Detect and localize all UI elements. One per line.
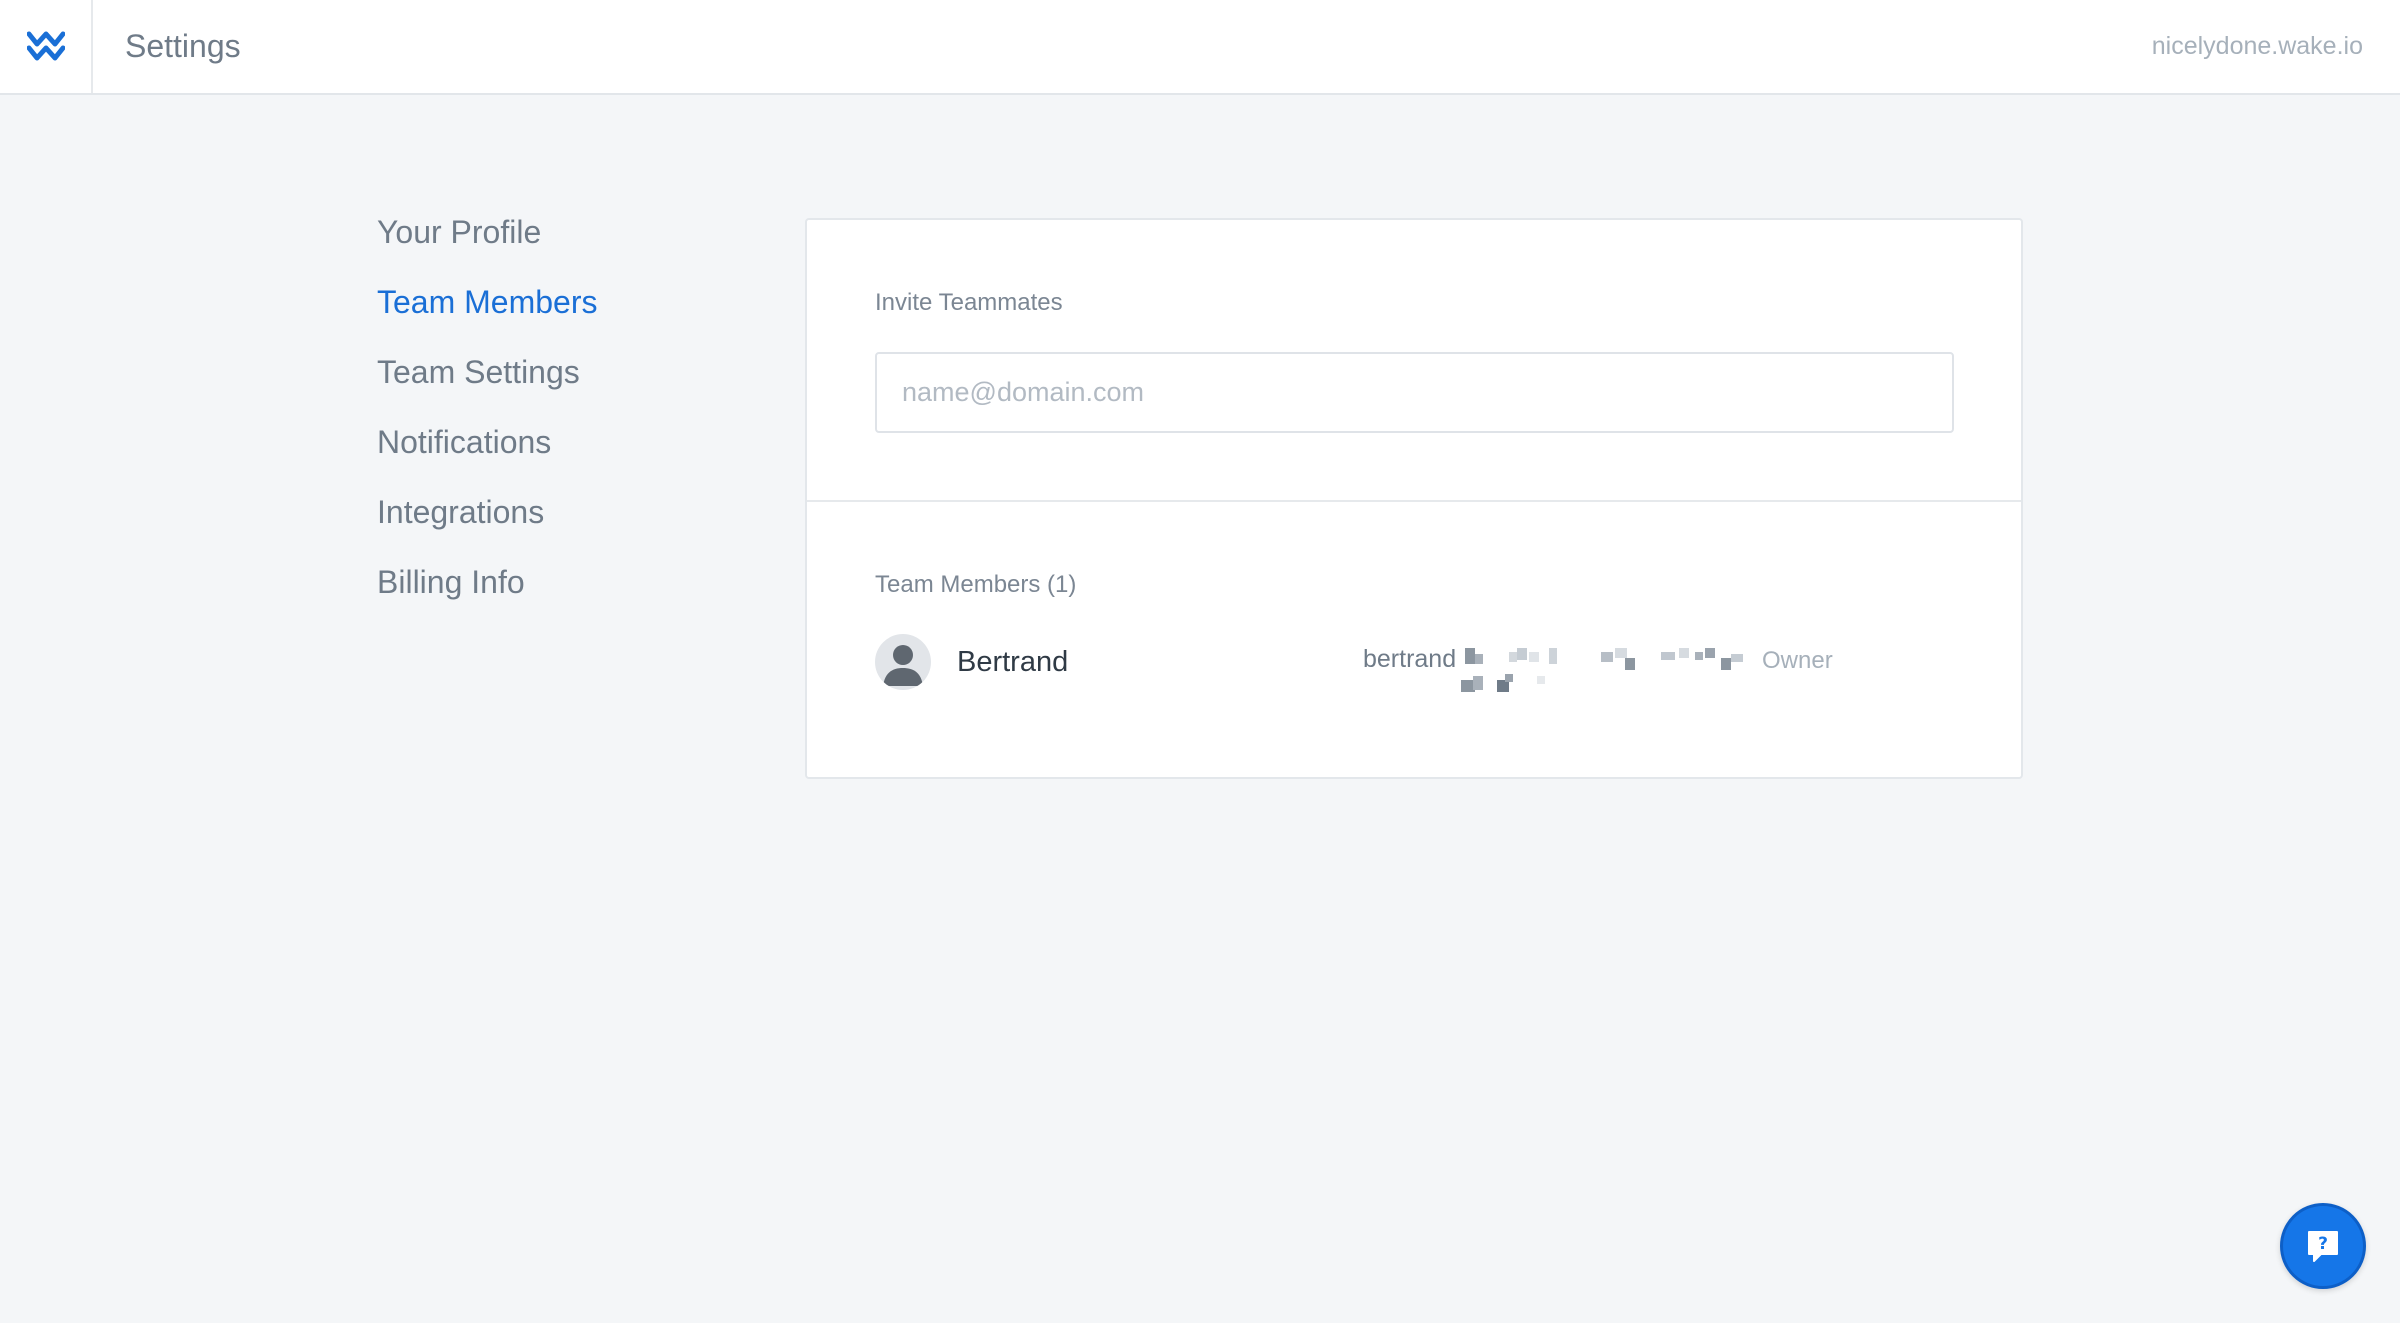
team-members-label: Team Members (1) bbox=[875, 571, 1077, 598]
member-row: Bertrand bertrand Owner bbox=[875, 634, 1975, 724]
workspace-domain: nicelydone.wake.io bbox=[2151, 32, 2363, 60]
user-avatar-icon bbox=[875, 634, 931, 690]
help-chat-icon: ? bbox=[2308, 1231, 2338, 1262]
sidebar-item-team-settings[interactable]: Team Settings bbox=[377, 352, 697, 422]
redacted-email-domain bbox=[1461, 648, 1750, 698]
invite-section: Invite Teammates bbox=[807, 220, 2021, 502]
sidebar-item-integrations[interactable]: Integrations bbox=[377, 492, 697, 562]
member-role: Owner bbox=[1762, 647, 1833, 674]
help-chat-button[interactable]: ? bbox=[2280, 1203, 2366, 1289]
team-members-card: Invite Teammates Team Members (1) Bertra… bbox=[805, 218, 2023, 779]
logo-button[interactable] bbox=[0, 0, 93, 93]
sidebar-item-billing-info[interactable]: Billing Info bbox=[377, 562, 697, 632]
sidebar-item-your-profile[interactable]: Your Profile bbox=[377, 212, 697, 282]
member-name: Bertrand bbox=[957, 646, 1069, 678]
member-email: bertrand bbox=[1363, 645, 1457, 673]
invite-label: Invite Teammates bbox=[875, 289, 1063, 316]
top-bar: Settings nicelydone.wake.io bbox=[0, 0, 2400, 95]
svg-text:?: ? bbox=[2318, 1234, 2328, 1254]
page-title: Settings bbox=[125, 28, 241, 64]
invite-email-input[interactable] bbox=[875, 352, 1954, 433]
settings-sidebar: Your Profile Team Members Team Settings … bbox=[377, 212, 697, 632]
sidebar-item-team-members[interactable]: Team Members bbox=[377, 282, 697, 352]
sidebar-item-notifications[interactable]: Notifications bbox=[377, 422, 697, 492]
wake-logo-icon bbox=[26, 31, 65, 60]
